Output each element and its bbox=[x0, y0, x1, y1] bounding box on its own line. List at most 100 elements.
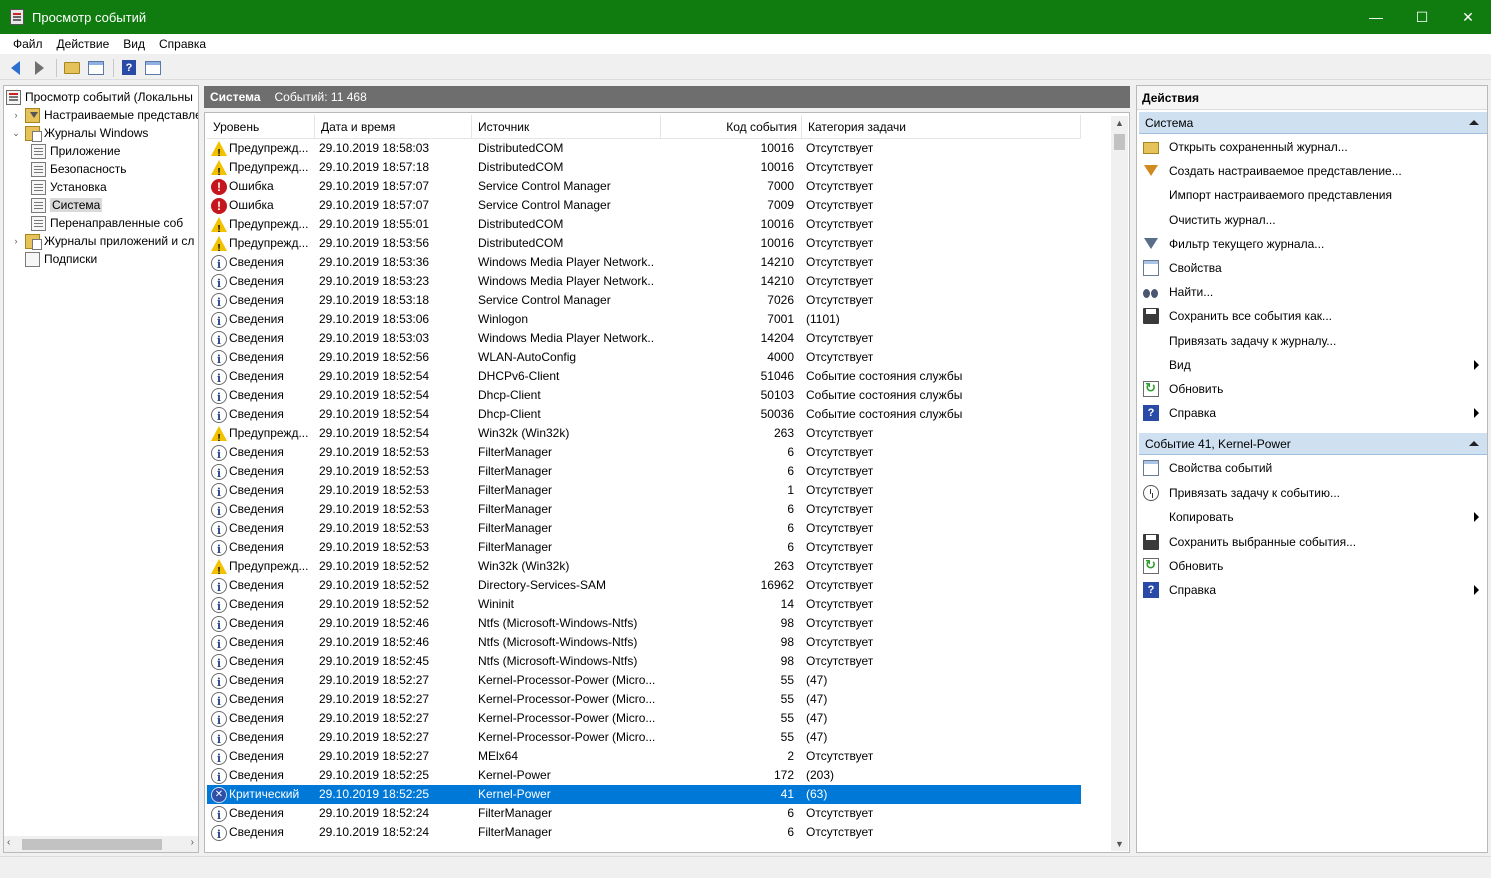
table-row[interactable]: Сведения 29.10.2019 18:52:53 FilterManager… bbox=[207, 519, 1081, 538]
level-label: Сведения bbox=[229, 407, 284, 421]
table-row[interactable]: Сведения 29.10.2019 18:52:53 FilterManager… bbox=[207, 443, 1081, 462]
table-row[interactable]: Сведения 29.10.2019 18:53:18 Service Contr… bbox=[207, 291, 1081, 310]
table-row[interactable]: Сведения 29.10.2019 18:52:52 Wininit 14 Отсу… bbox=[207, 595, 1081, 614]
actions-section-header[interactable]: Система bbox=[1139, 112, 1487, 134]
action-item[interactable]: Открыть сохраненный журнал... bbox=[1139, 136, 1487, 158]
tree-item[interactable]: ⌄ Журналы Windows bbox=[10, 124, 148, 142]
tree-item[interactable]: Просмотр событий (Локальны bbox=[6, 88, 193, 106]
show-hide-actions-button[interactable] bbox=[142, 58, 164, 78]
table-row[interactable]: Сведения 29.10.2019 18:53:03 Windows Media… bbox=[207, 329, 1081, 348]
tree-item[interactable]: Безопасность bbox=[28, 160, 127, 178]
table-row[interactable]: Предупрежд... 29.10.2019 18:57:18 Distribu… bbox=[207, 158, 1081, 177]
tree-item[interactable]: › Настраиваемые представле bbox=[10, 106, 198, 124]
table-row[interactable]: Критический 29.10.2019 18:52:25 Kernel-Pow… bbox=[207, 785, 1081, 804]
action-item[interactable]: Справка bbox=[1139, 579, 1487, 601]
column-header-event-id[interactable]: Код события bbox=[661, 115, 802, 139]
tree-scroll-thumb[interactable] bbox=[22, 839, 162, 850]
tree-expander-icon[interactable]: › bbox=[10, 236, 22, 246]
table-row[interactable]: Ошибка 29.10.2019 18:57:07 Service Control… bbox=[207, 177, 1081, 196]
column-header-date[interactable]: Дата и время bbox=[315, 115, 472, 139]
table-row[interactable]: Сведения 29.10.2019 18:52:54 Dhcp-Client 50… bbox=[207, 405, 1081, 424]
events-scroll-thumb[interactable] bbox=[1114, 134, 1125, 150]
show-hide-tree-button[interactable] bbox=[85, 58, 107, 78]
collapse-arrow-icon[interactable] bbox=[1469, 441, 1479, 447]
tree-item[interactable]: › Журналы приложений и сл bbox=[10, 232, 194, 250]
action-item[interactable]: Сохранить все события как... bbox=[1139, 305, 1487, 327]
table-row[interactable]: Сведения 29.10.2019 18:52:46 Ntfs (Microso… bbox=[207, 614, 1081, 633]
scroll-left-icon[interactable]: ‹ bbox=[7, 837, 10, 848]
tree-expander-icon[interactable]: › bbox=[10, 110, 22, 120]
actions-section-header[interactable]: Событие 41, Kernel-Power bbox=[1139, 433, 1487, 456]
console-tree[interactable]: Просмотр событий (Локальны › Настраиваемые… bbox=[3, 85, 199, 853]
action-item[interactable]: Очистить журнал... bbox=[1139, 209, 1487, 231]
table-row[interactable]: Сведения 29.10.2019 18:52:25 Kernel-Power 1… bbox=[207, 766, 1081, 785]
action-item[interactable]: Копировать bbox=[1139, 506, 1487, 528]
table-row[interactable]: Предупрежд... 29.10.2019 18:53:56 Distribu… bbox=[207, 234, 1081, 253]
help-button[interactable]: ? bbox=[118, 58, 140, 78]
table-row[interactable]: Сведения 29.10.2019 18:52:53 FilterManager… bbox=[207, 538, 1081, 557]
scroll-up-icon[interactable]: ▲ bbox=[1111, 118, 1128, 128]
action-item[interactable]: Привязать задачу к журналу... bbox=[1139, 330, 1487, 352]
table-row[interactable]: Сведения 29.10.2019 18:52:24 FilterManager… bbox=[207, 804, 1081, 823]
table-row[interactable]: Сведения 29.10.2019 18:52:27 Kernel-Proces… bbox=[207, 709, 1081, 728]
close-button[interactable]: ✕ bbox=[1445, 0, 1491, 34]
action-item[interactable]: Свойства событий bbox=[1139, 457, 1487, 479]
table-row[interactable]: Сведения 29.10.2019 18:52:56 WLAN-AutoConf… bbox=[207, 348, 1081, 367]
scroll-down-icon[interactable]: ▼ bbox=[1111, 839, 1128, 849]
tree-item[interactable]: Установка bbox=[28, 178, 107, 196]
table-row[interactable]: Предупрежд... 29.10.2019 18:58:03 Distribu… bbox=[207, 139, 1081, 158]
menu-action[interactable]: Действие bbox=[50, 37, 117, 51]
column-header-category[interactable]: Категория задачи bbox=[802, 115, 1081, 139]
maximize-button[interactable]: ☐ bbox=[1399, 0, 1445, 34]
table-row[interactable]: Предупрежд... 29.10.2019 18:52:54 Win32k (… bbox=[207, 424, 1081, 443]
table-row[interactable]: Предупрежд... 29.10.2019 18:55:01 Distribu… bbox=[207, 215, 1081, 234]
table-row[interactable]: Сведения 29.10.2019 18:53:06 Winlogon 7001 (… bbox=[207, 310, 1081, 329]
action-item[interactable]: Создать настраиваемое представление... bbox=[1139, 160, 1487, 182]
up-level-button[interactable] bbox=[61, 58, 83, 78]
back-button[interactable] bbox=[4, 58, 26, 78]
table-row[interactable]: Сведения 29.10.2019 18:52:45 Ntfs (Microso… bbox=[207, 652, 1081, 671]
tree-expander-icon[interactable]: ⌄ bbox=[10, 128, 22, 139]
table-row[interactable]: Сведения 29.10.2019 18:52:24 FilterManager… bbox=[207, 823, 1081, 842]
action-item[interactable]: Вид bbox=[1139, 354, 1487, 376]
action-item[interactable]: Справка bbox=[1139, 402, 1487, 424]
table-row[interactable]: Сведения 29.10.2019 18:52:46 Ntfs (Microso… bbox=[207, 633, 1081, 652]
menu-view[interactable]: Вид bbox=[116, 37, 152, 51]
table-row[interactable]: Сведения 29.10.2019 18:52:53 FilterManager… bbox=[207, 462, 1081, 481]
action-item[interactable]: Импорт настраиваемого представления bbox=[1139, 184, 1487, 206]
tree-item[interactable]: Подписки bbox=[10, 250, 97, 268]
column-header-source[interactable]: Источник bbox=[472, 115, 661, 139]
column-header-level[interactable]: Уровень bbox=[207, 115, 315, 139]
collapse-arrow-icon[interactable] bbox=[1469, 120, 1479, 125]
action-item[interactable]: Сохранить выбранные события... bbox=[1139, 531, 1487, 553]
minimize-button[interactable]: — bbox=[1353, 0, 1399, 34]
events-vertical-scrollbar[interactable]: ▲ ▼ bbox=[1111, 116, 1128, 851]
table-row[interactable]: Сведения 29.10.2019 18:53:36 Windows Media… bbox=[207, 253, 1081, 272]
table-row[interactable]: Сведения 29.10.2019 18:52:52 Directory-Ser… bbox=[207, 576, 1081, 595]
tree-item[interactable]: Перенаправленные соб bbox=[28, 214, 183, 232]
action-item[interactable]: Привязать задачу к событию... bbox=[1139, 482, 1487, 504]
table-row[interactable]: Сведения 29.10.2019 18:52:27 MElx64 2 Отсутс… bbox=[207, 747, 1081, 766]
table-row[interactable]: Предупрежд... 29.10.2019 18:52:52 Win32k (… bbox=[207, 557, 1081, 576]
tree-item[interactable]: Приложение bbox=[28, 142, 120, 160]
action-item[interactable]: Найти... bbox=[1139, 281, 1487, 303]
table-row[interactable]: Сведения 29.10.2019 18:52:53 FilterManager… bbox=[207, 481, 1081, 500]
table-row[interactable]: Сведения 29.10.2019 18:52:27 Kernel-Proces… bbox=[207, 728, 1081, 747]
table-row[interactable]: Сведения 29.10.2019 18:52:27 Kernel-Proces… bbox=[207, 690, 1081, 709]
action-item[interactable]: Обновить bbox=[1139, 378, 1487, 400]
table-row[interactable]: Сведения 29.10.2019 18:52:53 FilterManager… bbox=[207, 500, 1081, 519]
forward-button[interactable] bbox=[28, 58, 50, 78]
table-row[interactable]: Сведения 29.10.2019 18:52:54 Dhcp-Client 50… bbox=[207, 386, 1081, 405]
table-row[interactable]: Ошибка 29.10.2019 18:57:07 Service Control… bbox=[207, 196, 1081, 215]
tree-item[interactable]: Система bbox=[28, 196, 103, 214]
action-item[interactable]: Фильтр текущего журнала... bbox=[1139, 233, 1487, 255]
menu-file[interactable]: Файл bbox=[6, 37, 50, 51]
table-row[interactable]: Сведения 29.10.2019 18:53:23 Windows Media… bbox=[207, 272, 1081, 291]
tree-horizontal-scrollbar[interactable]: ‹ › bbox=[3, 836, 199, 853]
scroll-right-icon[interactable]: › bbox=[191, 837, 194, 848]
table-row[interactable]: Сведения 29.10.2019 18:52:54 DHCPv6-Client… bbox=[207, 367, 1081, 386]
menu-help[interactable]: Справка bbox=[152, 37, 213, 51]
action-item[interactable]: Обновить bbox=[1139, 555, 1487, 577]
action-item[interactable]: Свойства bbox=[1139, 257, 1487, 279]
table-row[interactable]: Сведения 29.10.2019 18:52:27 Kernel-Proces… bbox=[207, 671, 1081, 690]
